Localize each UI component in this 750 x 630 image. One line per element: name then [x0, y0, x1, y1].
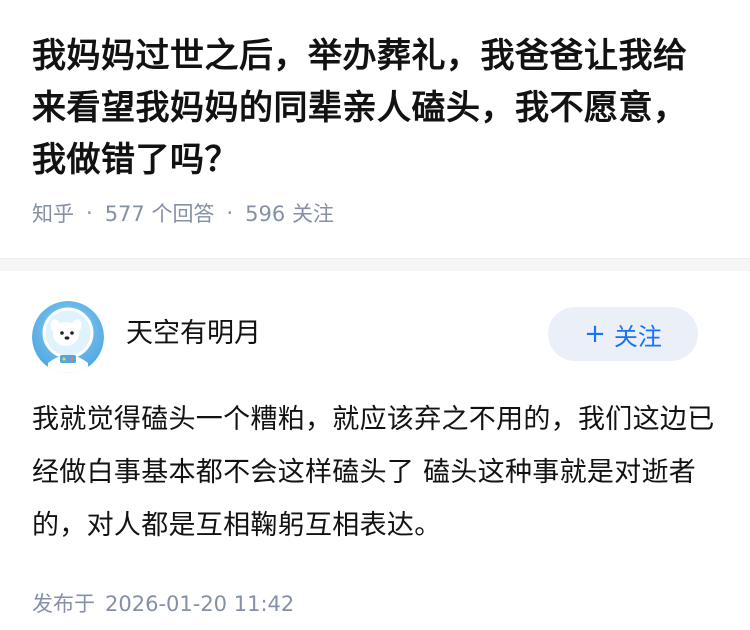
answer-card: 天空有明月 + 关注 我就觉得磕头一个糟粕，就应该弃之不用的，我们这边已经做白事…	[0, 271, 750, 618]
author-row: 天空有明月 + 关注	[32, 301, 718, 373]
follow-button[interactable]: + 关注	[548, 307, 698, 361]
answers-count-value: 577	[104, 202, 145, 226]
publish-time: 2026-01-20 11:42	[105, 592, 295, 616]
answer-content[interactable]: 我就觉得磕头一个糟粕，就应该弃之不用的，我们这边已经做白事基本都不会这样磕头了 …	[32, 393, 718, 552]
followers-count[interactable]: 596 关注	[245, 198, 334, 228]
astronaut-dog-avatar-icon[interactable]	[32, 301, 104, 373]
publish-info: 发布于 2026-01-20 11:42	[32, 588, 718, 618]
question-meta: 知乎 · 577 个回答 · 596 关注	[32, 198, 718, 228]
avatar-image	[32, 301, 104, 373]
question-header: 我妈妈过世之后，举办葬礼，我爸爸让我给来看望我妈妈的同辈亲人磕头，我不愿意，我做…	[0, 0, 750, 228]
section-divider	[0, 258, 750, 271]
author-name[interactable]: 天空有明月	[126, 311, 261, 350]
follow-button-label: 关注	[613, 322, 662, 351]
answers-count[interactable]: 577 个回答	[105, 198, 215, 228]
question-title[interactable]: 我妈妈过世之后，举办葬礼，我爸爸让我给来看望我妈妈的同辈亲人磕头，我不愿意，我做…	[32, 30, 718, 186]
publish-label: 发布于	[32, 592, 95, 616]
platform-label: 知乎	[32, 202, 74, 226]
meta-separator: ·	[86, 201, 93, 225]
followers-count-value: 596	[245, 202, 286, 226]
plus-icon: +	[584, 319, 606, 349]
followers-count-label: 关注	[291, 202, 334, 226]
meta-separator: ·	[226, 201, 234, 225]
answers-count-label: 个回答	[151, 202, 215, 226]
